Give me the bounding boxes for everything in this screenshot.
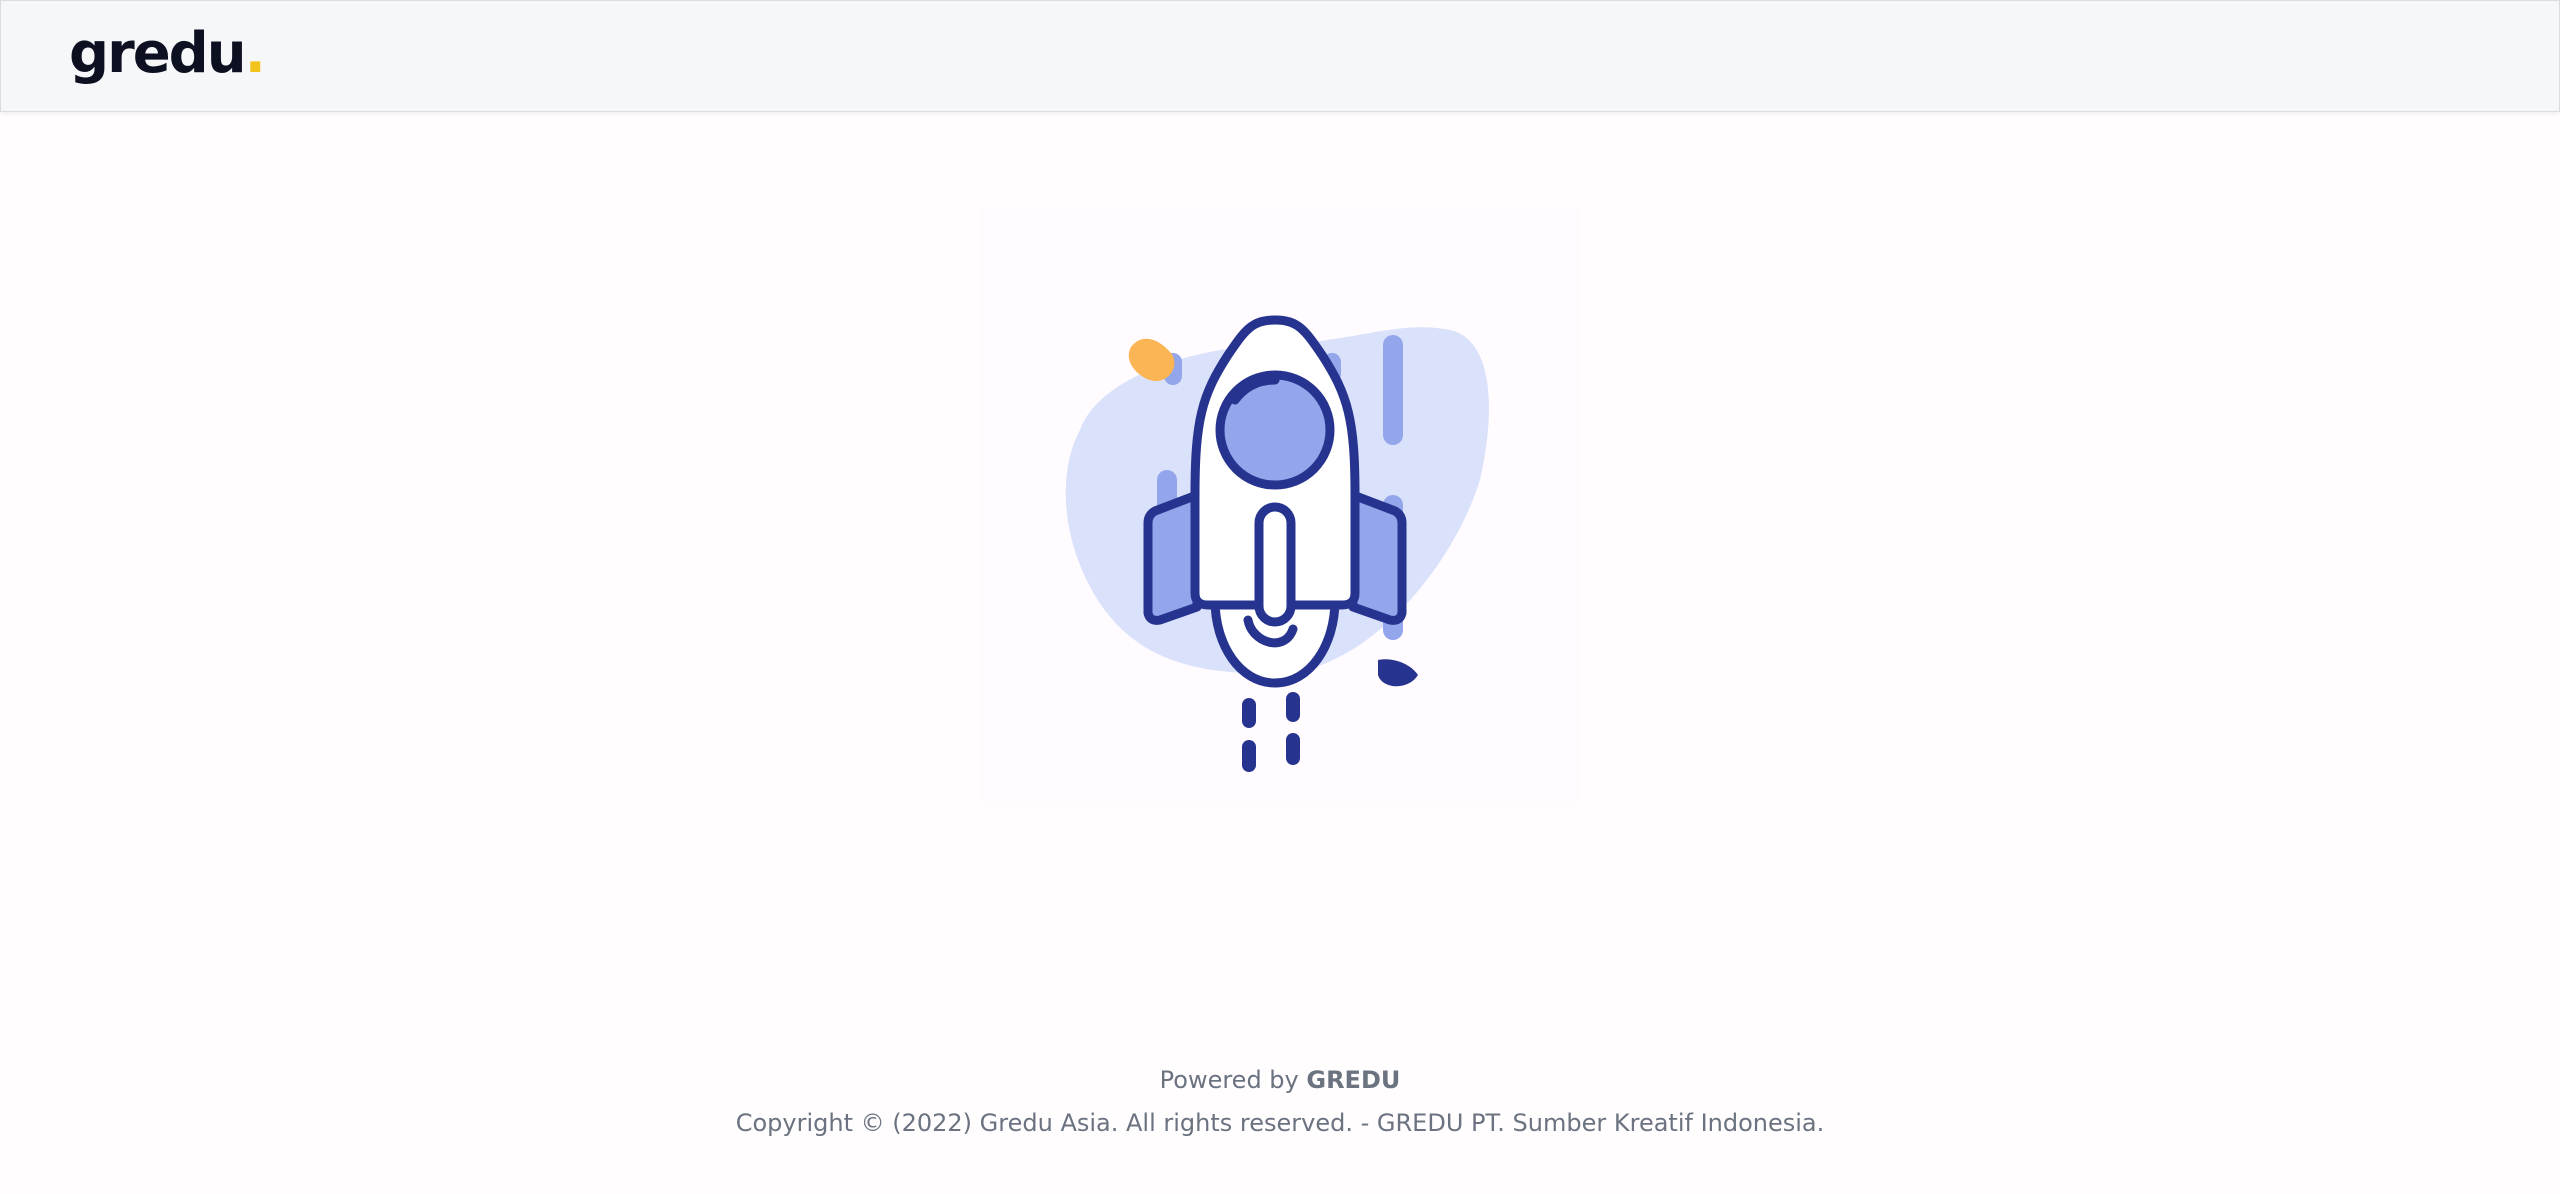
gredu-logo[interactable]: gredu. xyxy=(69,19,266,89)
powered-by-text: Powered by xyxy=(1159,1066,1307,1094)
exhaust-dash-1 xyxy=(1242,698,1256,728)
rocket-right-fin xyxy=(1348,490,1407,625)
top-navbar: gredu. xyxy=(0,0,2560,112)
copyright-text: Copyright © (2022) Gredu Asia. All right… xyxy=(735,1109,1825,1137)
exhaust-dash-3 xyxy=(1286,692,1300,722)
logo-text: gredu xyxy=(69,21,247,86)
logo-dot: . xyxy=(244,21,266,86)
powered-by-line: Powered by GREDU xyxy=(0,1062,2560,1098)
rocket-left-fin xyxy=(1143,490,1202,625)
page-footer: Powered by GREDU Copyright © (2022) Gred… xyxy=(0,1062,2560,1141)
streak-right-top xyxy=(1383,335,1403,445)
rocket-strut xyxy=(1254,502,1296,627)
powered-by-brand: GREDU xyxy=(1306,1066,1401,1094)
exhaust-dash-2 xyxy=(1242,740,1256,772)
exhaust-dash-4 xyxy=(1286,733,1300,765)
rocket-illustration xyxy=(980,205,1580,805)
rocket-icon xyxy=(980,205,1580,805)
